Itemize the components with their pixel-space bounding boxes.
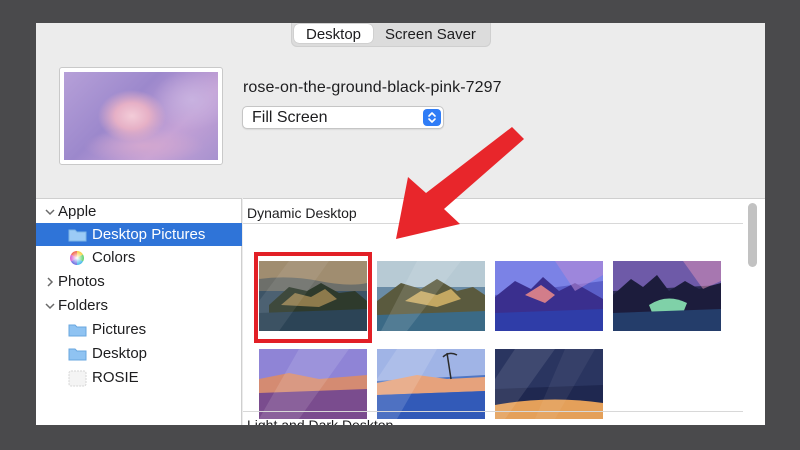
chevron-right-icon[interactable] [44, 275, 56, 287]
chevron-down-icon[interactable] [44, 299, 56, 311]
sidebar-item-label: Desktop Pictures [92, 226, 206, 243]
sidebar-item-label: Folders [58, 297, 109, 314]
tab-desktop[interactable]: Desktop [294, 24, 374, 43]
tab-selector: Desktop Screen Saver [291, 23, 491, 47]
sidebar-item-label: Desktop [92, 345, 148, 362]
tab-screen-saver[interactable]: Screen Saver [373, 24, 488, 43]
updown-chevron-icon [423, 109, 441, 126]
sidebar-item-colors[interactable]: Colors [36, 246, 242, 269]
red-arrow-icon [396, 127, 524, 239]
folder-icon [68, 322, 87, 337]
sidebar-item-label: Colors [92, 249, 136, 266]
source-sidebar: Apple Desktop Pictures Colors Photos Fol… [36, 198, 242, 425]
sidebar-item-apple[interactable]: Apple [36, 200, 242, 223]
sidebar-item-desktop-pictures[interactable]: Desktop Pictures [36, 223, 242, 246]
wallpaper-thumbnail[interactable] [495, 349, 603, 419]
desktop-preferences-window: Desktop Screen Saver rose-on-the-ground-… [36, 23, 765, 425]
sidebar-item-label: Pictures [92, 321, 147, 338]
section-title: Light and Dark Desktop [247, 417, 394, 425]
sidebar-item-photos[interactable]: Photos [36, 270, 242, 293]
chevron-down-icon[interactable] [44, 205, 56, 217]
wallpaper-thumbnail[interactable] [259, 349, 367, 419]
wallpaper-thumbnail[interactable] [613, 261, 721, 331]
vertical-scrollbar[interactable] [748, 203, 757, 267]
sidebar-item-rosie[interactable]: ROSIE [36, 366, 242, 389]
sidebar-item-folders[interactable]: Folders [36, 294, 242, 317]
fill-mode-select[interactable]: Fill Screen [242, 106, 444, 129]
blank-folder-icon [68, 370, 87, 387]
section-title: Dynamic Desktop [247, 205, 357, 221]
wallpaper-thumbnail[interactable] [495, 261, 603, 331]
folder-icon [68, 346, 87, 361]
wallpaper-preview-image [64, 72, 218, 160]
sidebar-item-desktop[interactable]: Desktop [36, 342, 242, 365]
wallpaper-thumbnail[interactable] [377, 261, 485, 331]
wallpaper-file-name: rose-on-the-ground-black-pink-7297 [243, 79, 502, 96]
selected-thumbnail-highlight [254, 252, 372, 343]
wallpaper-thumbnail[interactable] [377, 349, 485, 419]
sidebar-item-label: ROSIE [92, 369, 139, 386]
sidebar-item-pictures[interactable]: Pictures [36, 318, 242, 341]
fill-mode-value: Fill Screen [252, 109, 328, 126]
folder-icon [68, 227, 87, 242]
color-wheel-icon [69, 250, 85, 265]
wallpaper-preview [59, 67, 223, 165]
sidebar-item-label: Apple [58, 203, 97, 220]
sidebar-item-label: Photos [58, 273, 105, 290]
section-header-light-dark: Light and Dark Desktop [243, 411, 743, 425]
